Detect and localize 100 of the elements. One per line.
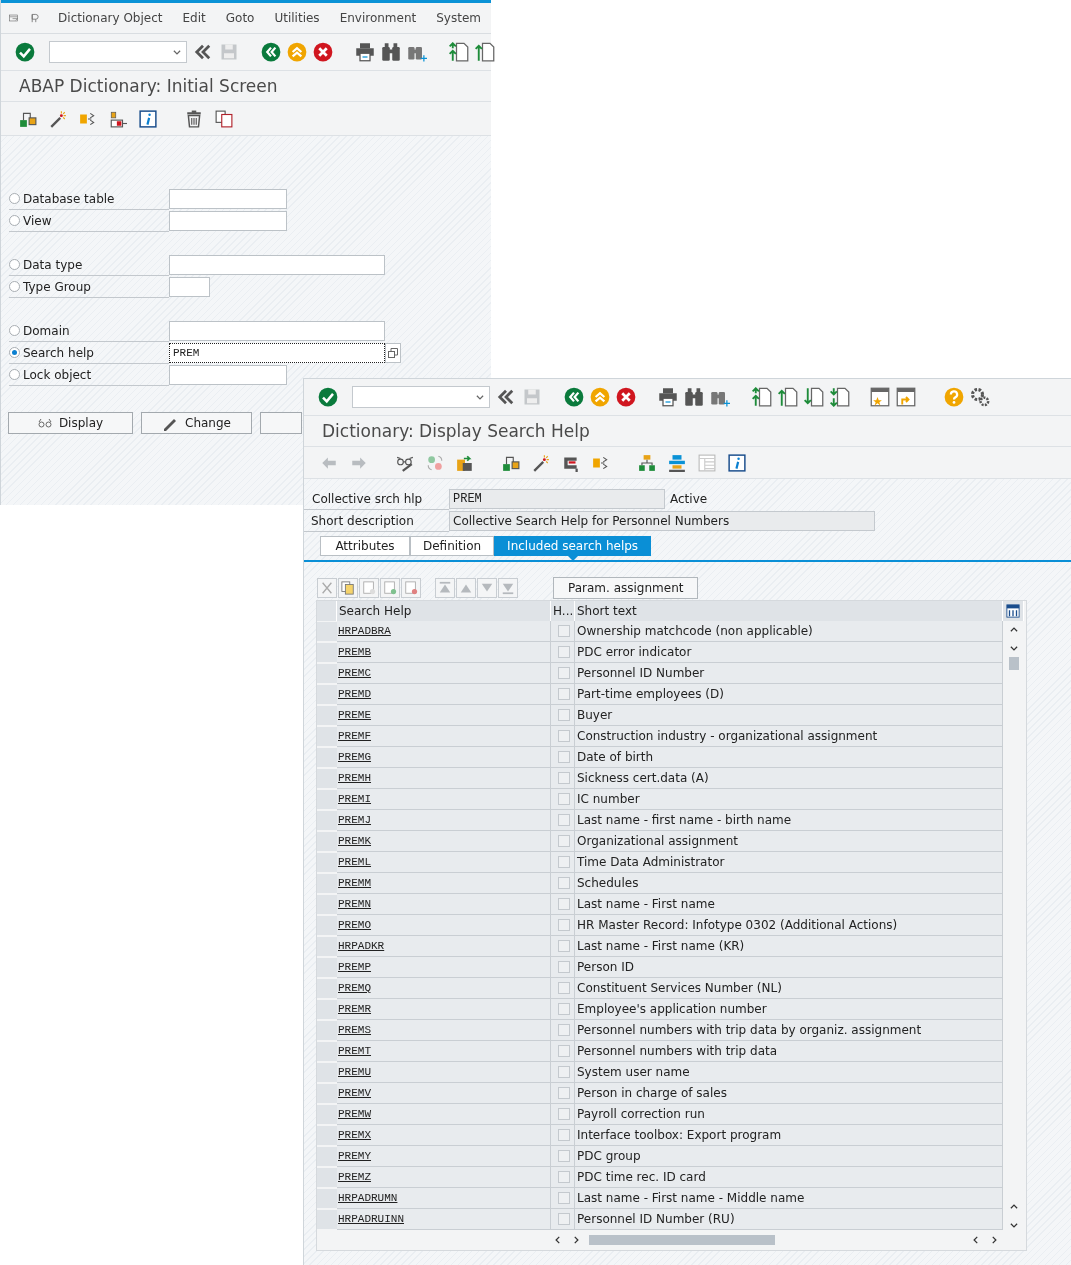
checkbox[interactable] xyxy=(558,1045,570,1057)
checkbox[interactable] xyxy=(558,688,570,700)
radio-button[interactable] xyxy=(9,215,20,226)
last-page-icon[interactable] xyxy=(830,387,850,407)
row-selector[interactable] xyxy=(317,747,337,768)
search-help-link[interactable]: PREMK xyxy=(338,835,371,847)
activate-icon[interactable] xyxy=(456,453,474,472)
checkbox[interactable] xyxy=(558,1066,570,1078)
row-selector[interactable] xyxy=(317,1125,337,1146)
input-field[interactable] xyxy=(169,321,385,341)
input-field[interactable] xyxy=(169,189,287,209)
menu-item[interactable]: Edit xyxy=(172,11,216,25)
move-bottom-icon[interactable] xyxy=(498,577,518,598)
cut-row-icon[interactable] xyxy=(317,577,337,598)
checkbox[interactable] xyxy=(558,751,570,763)
save-icon[interactable] xyxy=(522,387,542,407)
row-selector[interactable] xyxy=(317,873,337,894)
command-field[interactable] xyxy=(49,41,187,63)
help-icon[interactable] xyxy=(944,387,964,407)
menu-item[interactable]: Environment xyxy=(329,11,427,25)
row-selector[interactable] xyxy=(317,810,337,831)
row-selector[interactable] xyxy=(317,852,337,873)
search-help-link[interactable]: PREMY xyxy=(338,1150,371,1162)
search-help-link[interactable]: PREMM xyxy=(338,877,371,889)
command-field[interactable] xyxy=(352,386,490,408)
search-help-link[interactable]: PREMO xyxy=(338,919,371,931)
checkbox[interactable] xyxy=(558,1150,570,1162)
checkbox[interactable] xyxy=(558,940,570,952)
search-help-link[interactable]: PREMZ xyxy=(338,1171,371,1183)
checkbox[interactable] xyxy=(558,772,570,784)
scroll-left-icon[interactable] xyxy=(971,1235,981,1245)
row-selector[interactable] xyxy=(317,936,337,957)
input-field[interactable] xyxy=(169,211,287,231)
move-down-icon[interactable] xyxy=(477,577,497,598)
radio-button[interactable] xyxy=(9,369,20,380)
checkbox[interactable] xyxy=(558,625,570,637)
scroll-up-icon[interactable] xyxy=(1008,1202,1019,1212)
search-help-link[interactable]: HRPADKR xyxy=(338,940,385,952)
print-icon[interactable] xyxy=(658,387,678,407)
insert-row-icon[interactable] xyxy=(380,577,400,598)
param-assignment-button[interactable]: Param. assignment xyxy=(553,576,699,599)
tab[interactable]: Attributes xyxy=(320,536,410,556)
search-help-link[interactable]: PREMD xyxy=(338,688,371,700)
row-selector[interactable] xyxy=(317,1209,337,1230)
input-field[interactable]: PREM xyxy=(169,343,385,363)
row-selector[interactable] xyxy=(317,831,337,852)
check-icon[interactable] xyxy=(15,42,35,62)
first-page-icon[interactable] xyxy=(752,387,772,407)
scroll-down-icon[interactable] xyxy=(1008,643,1019,653)
row-selector[interactable] xyxy=(317,1062,337,1083)
search-help-link[interactable]: PREMR xyxy=(338,1003,371,1015)
radio-button[interactable] xyxy=(9,281,20,292)
menu-item[interactable]: System xyxy=(426,11,491,25)
change-button[interactable]: Change xyxy=(141,412,252,434)
search-help-link[interactable]: HRPADBRA xyxy=(338,625,391,637)
search-help-link[interactable]: PREMT xyxy=(338,1045,371,1057)
stack-icon[interactable] xyxy=(668,453,686,472)
input-field[interactable] xyxy=(169,277,210,297)
row-selector[interactable] xyxy=(317,726,337,747)
row-selector[interactable] xyxy=(317,1167,337,1188)
input-field[interactable] xyxy=(169,255,385,275)
radio-button[interactable] xyxy=(9,259,20,270)
search-help-link[interactable]: PREMN xyxy=(338,898,371,910)
input-field[interactable] xyxy=(169,365,287,385)
delete-row-icon[interactable] xyxy=(401,577,421,598)
radio-button[interactable] xyxy=(9,193,20,204)
display-button[interactable]: Display xyxy=(8,412,133,434)
search-help-link[interactable]: PREMB xyxy=(338,646,371,658)
search-help-link[interactable]: PREMI xyxy=(338,793,371,805)
menu-icon[interactable] xyxy=(9,11,19,25)
exit-icon[interactable] xyxy=(287,42,307,62)
toggle-icon[interactable] xyxy=(426,453,444,472)
checkbox[interactable] xyxy=(558,1171,570,1183)
checkbox[interactable] xyxy=(558,1024,570,1036)
search-help-link[interactable]: PREMP xyxy=(338,961,371,973)
scroll-right-icon[interactable] xyxy=(571,1235,581,1245)
tab[interactable]: Definition xyxy=(410,536,495,556)
checkbox[interactable] xyxy=(558,709,570,721)
checkbox[interactable] xyxy=(558,919,570,931)
scroll-left-icon[interactable] xyxy=(553,1235,563,1245)
copy-icon[interactable] xyxy=(215,109,233,128)
scrollbar-thumb[interactable] xyxy=(589,1235,775,1245)
search-help-link[interactable]: PREMV xyxy=(338,1087,371,1099)
row-selector[interactable] xyxy=(317,1188,337,1209)
layout-icon[interactable] xyxy=(109,109,127,128)
trash-icon[interactable] xyxy=(185,109,203,128)
search-help-link[interactable]: PREMF xyxy=(338,730,371,742)
row-selector[interactable] xyxy=(317,915,337,936)
star-window-icon[interactable] xyxy=(870,387,890,407)
checkbox[interactable] xyxy=(558,1213,570,1225)
checkbox[interactable] xyxy=(558,1087,570,1099)
search-help-link[interactable]: HRPADRUINN xyxy=(338,1213,404,1225)
checkbox[interactable] xyxy=(558,667,570,679)
search-help-link[interactable]: PREMW xyxy=(338,1108,371,1120)
move-top-icon[interactable] xyxy=(435,577,455,598)
save-icon[interactable] xyxy=(219,42,239,62)
settings-icon[interactable] xyxy=(970,387,990,407)
menu-item[interactable]: Dictionary Object xyxy=(48,11,173,25)
row-selector[interactable] xyxy=(317,768,337,789)
move-up-icon[interactable] xyxy=(456,577,476,598)
